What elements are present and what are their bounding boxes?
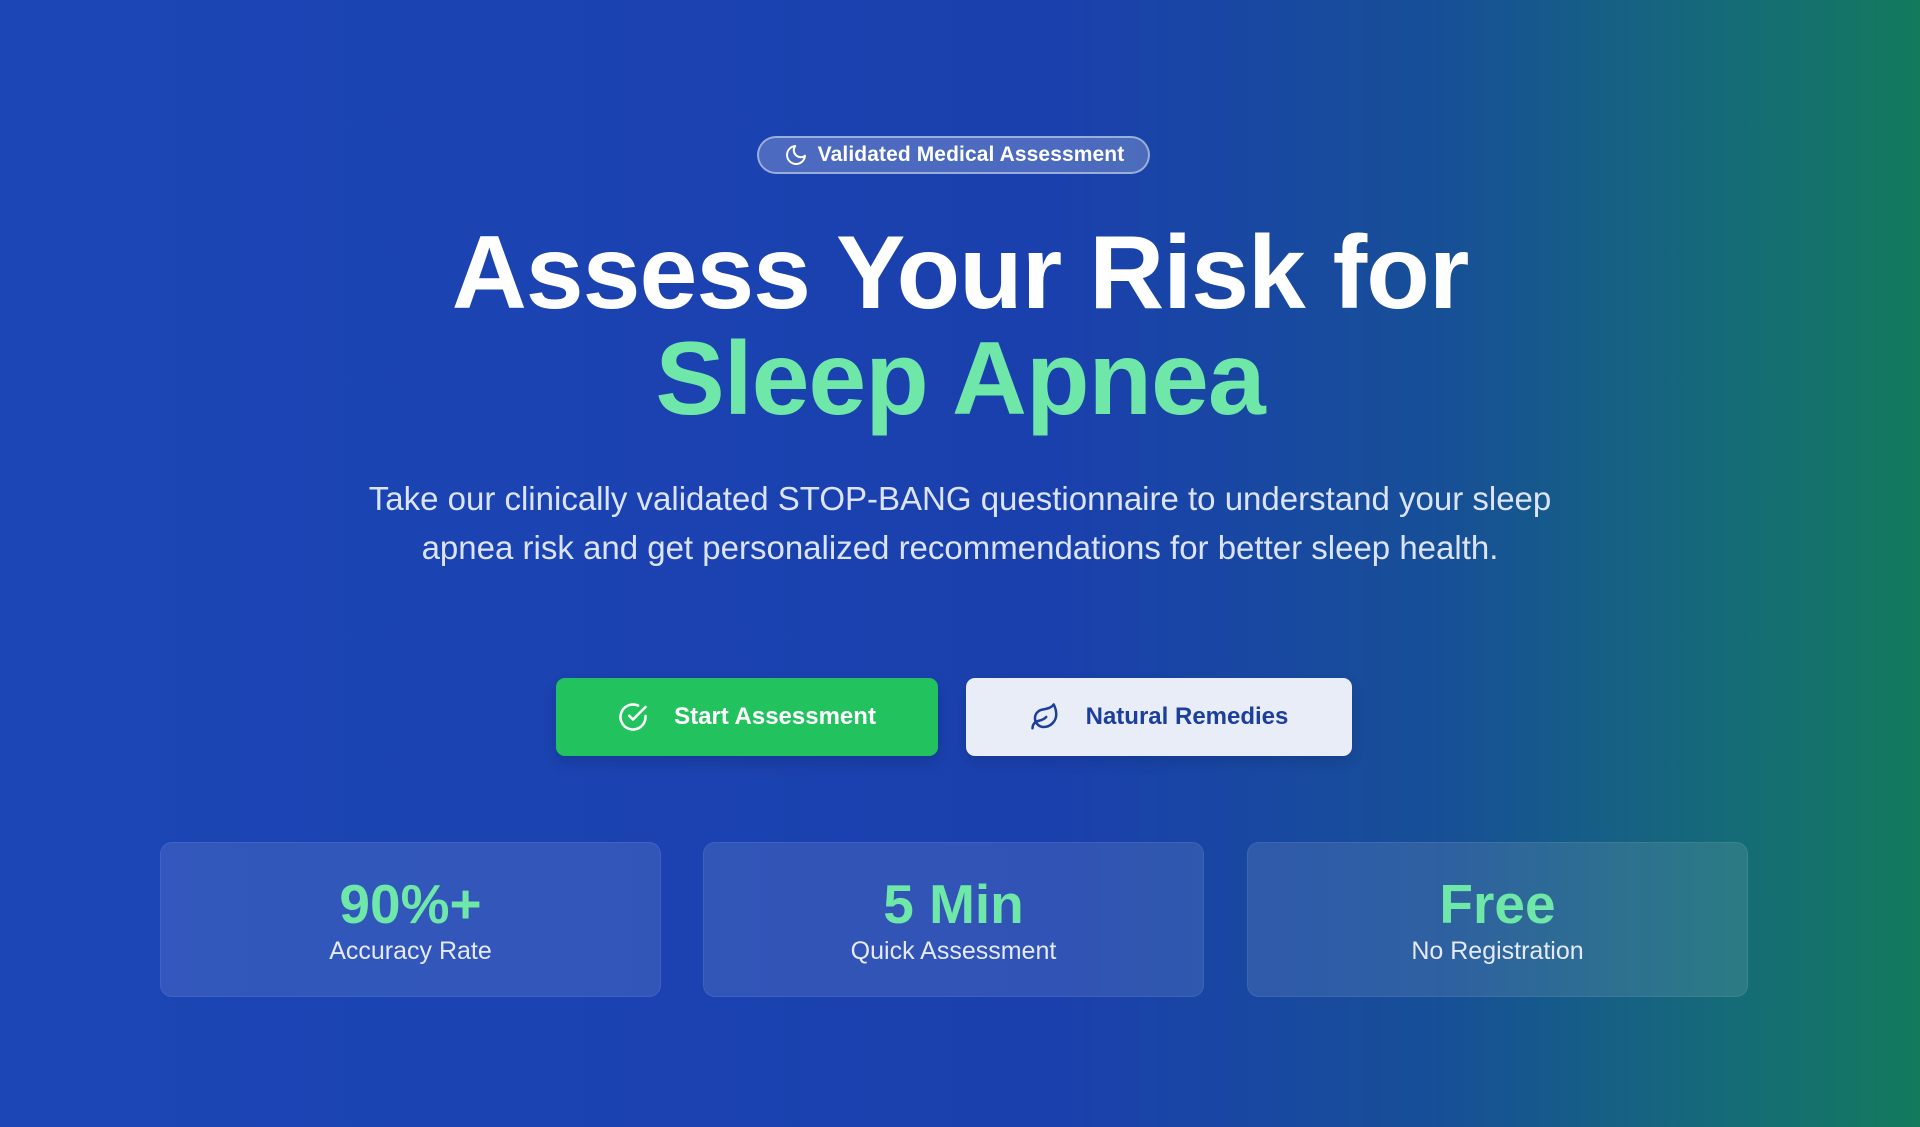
badge-text: Validated Medical Assessment — [817, 143, 1125, 166]
moon-icon — [783, 142, 809, 168]
stat-value: 90%+ — [339, 873, 482, 935]
start-assessment-label: Start Assessment — [674, 703, 876, 730]
natural-remedies-button[interactable]: Natural Remedies — [966, 678, 1352, 756]
headline-line-1: Assess Your Risk for — [451, 215, 1470, 331]
leaf-icon — [1030, 702, 1060, 732]
stat-card-accuracy: 90%+ Accuracy Rate — [160, 842, 661, 997]
stat-label: Quick Assessment — [850, 937, 1057, 965]
headline-line-2: Sleep Apnea — [655, 321, 1265, 437]
stat-label: Accuracy Rate — [329, 937, 492, 965]
stat-value: 5 Min — [883, 873, 1024, 935]
natural-remedies-label: Natural Remedies — [1085, 703, 1289, 730]
validated-assessment-badge: Validated Medical Assessment — [757, 136, 1150, 174]
page-title: Assess Your Risk for Sleep Apnea — [0, 220, 1920, 432]
check-circle-icon — [618, 702, 648, 732]
stat-card-price: Free No Registration — [1247, 842, 1748, 997]
start-assessment-button[interactable]: Start Assessment — [556, 678, 938, 756]
stat-value: Free — [1439, 873, 1556, 935]
stat-card-duration: 5 Min Quick Assessment — [703, 842, 1204, 997]
stat-label: No Registration — [1411, 937, 1584, 965]
hero-section: Validated Medical Assessment Assess Your… — [0, 0, 1920, 1127]
hero-subtitle: Take our clinically validated STOP-BANG … — [368, 480, 1552, 566]
